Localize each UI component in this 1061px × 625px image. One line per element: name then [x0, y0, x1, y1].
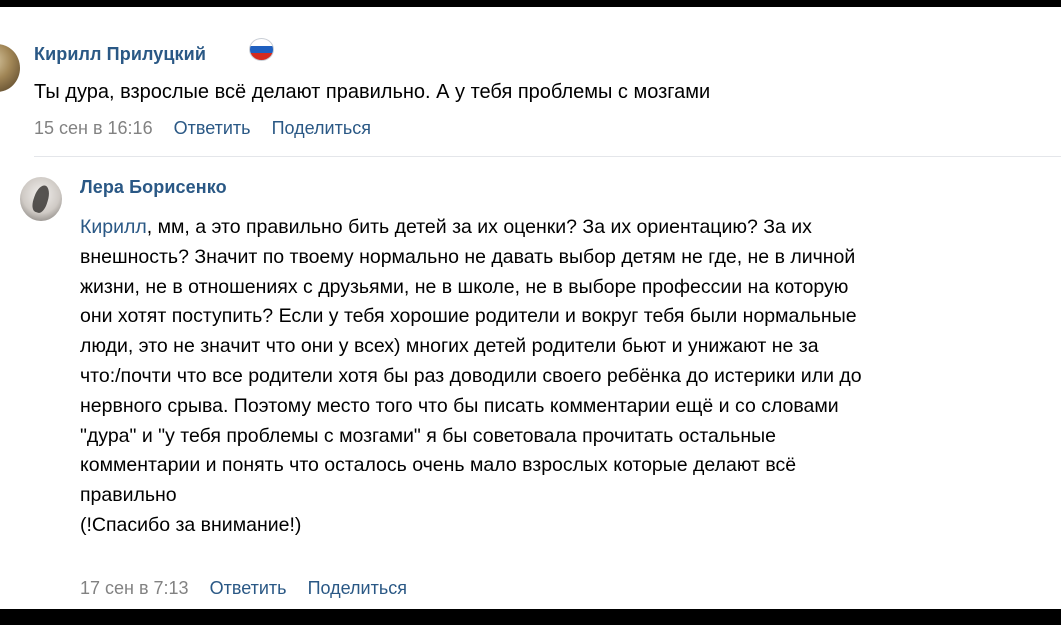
comments-panel: Кирилл Прилуцкий Ты дура, взрослые всё д…	[0, 7, 1061, 609]
reply-to-link[interactable]: Кирилл	[80, 216, 147, 238]
comment-line: внешность? Значит по твоему нормально не…	[80, 245, 856, 268]
comment-line: что:/почти что все родители хотя бы раз …	[80, 364, 862, 387]
comment-date[interactable]: 15 сен в 16:16	[34, 118, 153, 138]
share-button[interactable]: Поделиться	[272, 118, 371, 138]
author-name[interactable]: Лера Борисенко	[80, 177, 227, 198]
reply-button[interactable]: Ответить	[174, 118, 251, 138]
comment-text: Ты дура, взрослые всё делают правильно. …	[34, 81, 711, 103]
comment-line: правильно	[80, 484, 177, 507]
avatar[interactable]	[20, 177, 62, 221]
comment-line: "дура" и "у тебя проблемы с мозгами" я б…	[80, 424, 776, 447]
share-button[interactable]: Поделиться	[308, 578, 407, 598]
avatar[interactable]	[0, 44, 20, 92]
divider	[34, 156, 1061, 157]
comment-date[interactable]: 17 сен в 7:13	[80, 578, 189, 598]
russia-flag-icon	[249, 38, 274, 61]
reply-button[interactable]: Ответить	[210, 578, 287, 598]
comment-text: Кирилл, мм, а это правильно бить детей з…	[80, 213, 1061, 541]
comment-line: комментарии и понять что осталось очень …	[80, 454, 797, 477]
comment-meta: 15 сен в 16:16 Ответить Поделиться	[34, 118, 371, 139]
author-name[interactable]: Кирилл Прилуцкий	[34, 44, 206, 65]
comment-line: нервного срыва. Поэтому место того что б…	[80, 394, 839, 417]
comment-line: жизни, не в отношениях с друзьями, не в …	[80, 275, 849, 298]
comment-line: люди, это не значит что они у всех) мног…	[80, 335, 819, 358]
comment-line: (!Спасибо за внимание!)	[80, 513, 302, 536]
comment-meta: 17 сен в 7:13 Ответить Поделиться	[80, 578, 407, 599]
comment-line: они хотят поступить? Если у тебя хорошие…	[80, 305, 857, 328]
comment-line: Кирилл, мм, а это правильно бить детей з…	[80, 216, 812, 238]
